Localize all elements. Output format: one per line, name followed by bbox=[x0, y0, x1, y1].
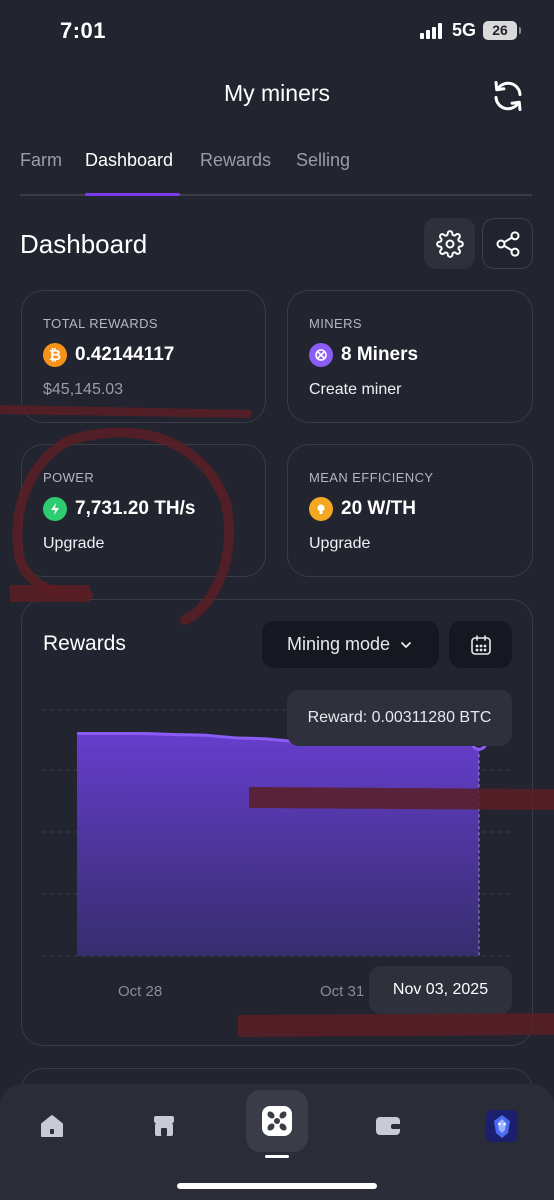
gear-icon bbox=[435, 229, 464, 258]
total-rewards-label: TOTAL REWARDS bbox=[43, 316, 158, 331]
home-indicator bbox=[177, 1183, 377, 1189]
nav-miners[interactable] bbox=[246, 1090, 308, 1158]
nav-profile[interactable] bbox=[480, 1104, 524, 1148]
miners-label: MINERS bbox=[309, 316, 362, 331]
power-value: 7,731.20 TH/s bbox=[75, 498, 196, 519]
upgrade-power-link[interactable]: Upgrade bbox=[43, 535, 104, 553]
bitcoin-icon: ₿ bbox=[43, 343, 67, 367]
lightning-icon bbox=[43, 497, 67, 521]
store-icon bbox=[154, 1116, 174, 1136]
tab-bar: Farm Dashboard Rewards Selling bbox=[0, 140, 554, 196]
tab-farm[interactable]: Farm bbox=[20, 150, 62, 171]
total-rewards-card[interactable]: TOTAL REWARDS ₿ 0.42144117 $45,145.03 bbox=[21, 290, 266, 423]
battery-icon: 26 bbox=[483, 21, 521, 40]
create-miner-link[interactable]: Create miner bbox=[309, 381, 401, 399]
efficiency-value: 20 W/TH bbox=[341, 498, 416, 519]
avatar-icon bbox=[486, 1110, 518, 1142]
nav-wallet[interactable] bbox=[366, 1104, 410, 1148]
miner-icon bbox=[309, 343, 333, 367]
chart-tooltip: Reward: 0.00311280 BTC bbox=[287, 690, 512, 746]
tab-selling[interactable]: Selling bbox=[296, 150, 350, 171]
page-title: My miners bbox=[223, 80, 331, 106]
fan-icon bbox=[262, 1106, 292, 1136]
selected-date-tooltip: Nov 03, 2025 bbox=[369, 966, 512, 1014]
power-label: POWER bbox=[43, 470, 95, 485]
upgrade-efficiency-link[interactable]: Upgrade bbox=[309, 535, 370, 553]
signal-icon bbox=[420, 23, 444, 39]
total-rewards-usd: $45,145.03 bbox=[43, 381, 124, 398]
app-screen: 7:01 5G 26 My miners Farm Dashboard Rewa… bbox=[0, 0, 554, 1200]
power-card[interactable]: POWER 7,731.20 TH/s Upgrade bbox=[21, 444, 266, 577]
chart-area-fill bbox=[77, 733, 479, 956]
total-rewards-value: 0.42144117 bbox=[75, 344, 175, 365]
tab-rewards[interactable]: Rewards bbox=[200, 150, 271, 171]
refresh-icon bbox=[494, 81, 522, 111]
refresh-button[interactable] bbox=[490, 78, 526, 114]
wallet-icon bbox=[376, 1117, 401, 1135]
x-tick-label: Oct 31 bbox=[320, 983, 365, 1000]
x-tick-label: Oct 28 bbox=[118, 983, 163, 1000]
status-time: 7:01 bbox=[60, 18, 107, 43]
efficiency-card[interactable]: MEAN EFFICIENCY 20 W/TH Upgrade bbox=[287, 444, 533, 577]
tab-dashboard[interactable]: Dashboard bbox=[85, 150, 173, 171]
status-bar: 7:01 5G 26 bbox=[0, 0, 554, 62]
settings-button[interactable] bbox=[424, 218, 475, 269]
network-type: 5G bbox=[452, 20, 477, 40]
rewards-chart-card: Rewards Mining mode Reward: 0.00311280 B… bbox=[21, 599, 533, 1046]
efficiency-label: MEAN EFFICIENCY bbox=[309, 470, 434, 485]
bulb-icon bbox=[309, 497, 333, 521]
active-tab-indicator bbox=[85, 193, 180, 196]
share-button[interactable] bbox=[482, 218, 533, 269]
miners-value: 8 Miners bbox=[341, 344, 419, 365]
nav-home[interactable] bbox=[30, 1104, 74, 1148]
miners-card[interactable]: MINERS 8 Miners Create miner bbox=[287, 290, 533, 423]
nav-store[interactable] bbox=[142, 1104, 186, 1148]
section-title: Dashboard bbox=[20, 229, 148, 259]
home-icon bbox=[41, 1115, 63, 1137]
share-icon bbox=[496, 230, 519, 257]
